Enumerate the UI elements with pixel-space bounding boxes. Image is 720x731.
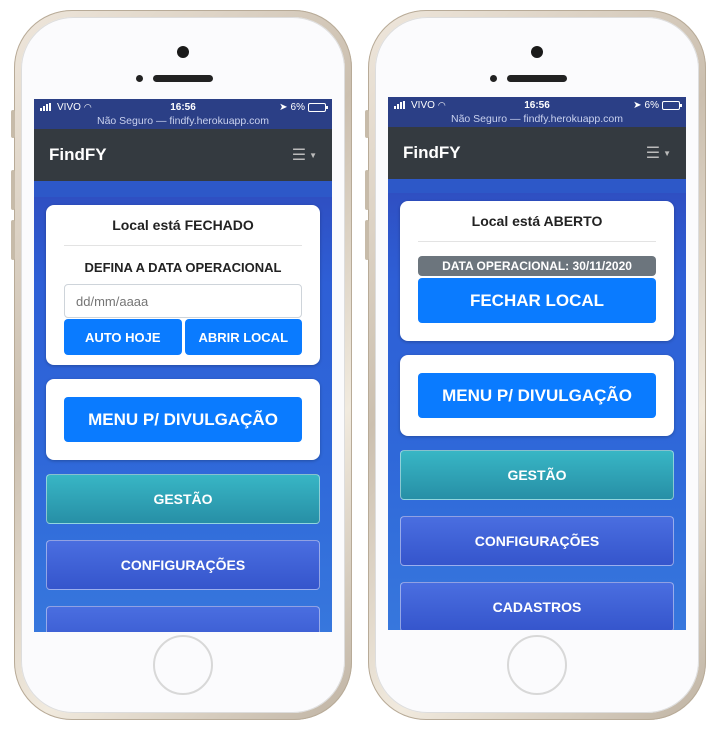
date-input[interactable] <box>64 284 302 318</box>
url-bar[interactable]: Não Seguro — findfy.herokuapp.com <box>388 113 686 127</box>
battery-icon <box>308 102 328 112</box>
main-content: Local está ABERTO DATA OPERACIONAL: 30/1… <box>388 193 686 630</box>
brand-logo[interactable]: FindFY <box>403 143 461 163</box>
close-local-button[interactable]: FECHAR LOCAL <box>418 278 656 323</box>
operational-date-badge: DATA OPERACIONAL: 30/11/2020 <box>418 256 656 276</box>
status-card: Local está FECHADO DEFINA A DATA OPERACI… <box>46 205 320 365</box>
open-local-button[interactable]: ABRIR LOCAL <box>184 319 302 355</box>
auto-today-button[interactable]: AUTO HOJE <box>64 319 182 355</box>
status-bar: VIVO ◠ 16:56 ➤ 6% <box>34 99 332 115</box>
carrier-label: VIVO <box>57 101 81 113</box>
menu-divulgacao-button[interactable]: MENU P/ DIVULGAÇÃO <box>64 397 302 442</box>
location-icon: ➤ <box>633 99 642 111</box>
menu-card: MENU P/ DIVULGAÇÃO <box>46 379 320 460</box>
brand-logo[interactable]: FindFY <box>49 145 107 165</box>
signal-icon <box>394 101 408 109</box>
wifi-icon: ◠ <box>83 101 92 112</box>
left-screen: VIVO ◠ 16:56 ➤ 6% Não Seguro — findfy.he… <box>34 99 332 632</box>
status-card: Local está ABERTO DATA OPERACIONAL: 30/1… <box>400 201 674 341</box>
front-camera <box>531 46 543 58</box>
navbar: FindFY ☰ ▼ <box>34 129 332 181</box>
location-icon: ➤ <box>279 101 288 113</box>
home-button[interactable] <box>153 635 213 695</box>
hamburger-icon[interactable]: ☰ ▼ <box>292 145 317 165</box>
left-phone-frame: VIVO ◠ 16:56 ➤ 6% Não Seguro — findfy.he… <box>11 10 352 720</box>
status-bar: VIVO ◠ 16:56 ➤ 6% <box>388 97 686 113</box>
right-phone-frame: VIVO ◠ 16:56 ➤ 6% Não Seguro — findfy.he… <box>365 10 706 720</box>
local-status-title: Local está ABERTO <box>418 213 656 242</box>
battery-percent: 6% <box>290 101 305 113</box>
earpiece-speaker <box>507 75 567 82</box>
right-screen: VIVO ◠ 16:56 ➤ 6% Não Seguro — findfy.he… <box>388 97 686 630</box>
battery-icon <box>662 100 682 110</box>
earpiece-speaker <box>153 75 213 82</box>
url-bar[interactable]: Não Seguro — findfy.herokuapp.com <box>34 115 332 129</box>
gestao-button[interactable]: GESTÃO <box>400 450 674 500</box>
cadastros-button[interactable]: CADASTROS <box>400 582 674 630</box>
local-status-title: Local está FECHADO <box>64 217 302 246</box>
next-menu-button[interactable] <box>46 606 320 632</box>
battery-percent: 6% <box>644 99 659 111</box>
configuracoes-button[interactable]: CONFIGURAÇÕES <box>46 540 320 590</box>
carrier-label: VIVO <box>411 99 435 111</box>
front-camera <box>177 46 189 58</box>
configuracoes-button[interactable]: CONFIGURAÇÕES <box>400 516 674 566</box>
wifi-icon: ◠ <box>437 99 446 110</box>
signal-icon <box>40 103 54 111</box>
operational-date-heading: DEFINA A DATA OPERACIONAL <box>84 260 282 275</box>
hamburger-icon[interactable]: ☰ ▼ <box>646 143 671 163</box>
home-button[interactable] <box>507 635 567 695</box>
menu-card: MENU P/ DIVULGAÇÃO <box>400 355 674 436</box>
gestao-button[interactable]: GESTÃO <box>46 474 320 524</box>
menu-divulgacao-button[interactable]: MENU P/ DIVULGAÇÃO <box>418 373 656 418</box>
main-content: Local está FECHADO DEFINA A DATA OPERACI… <box>34 197 332 632</box>
navbar: FindFY ☰ ▼ <box>388 127 686 179</box>
